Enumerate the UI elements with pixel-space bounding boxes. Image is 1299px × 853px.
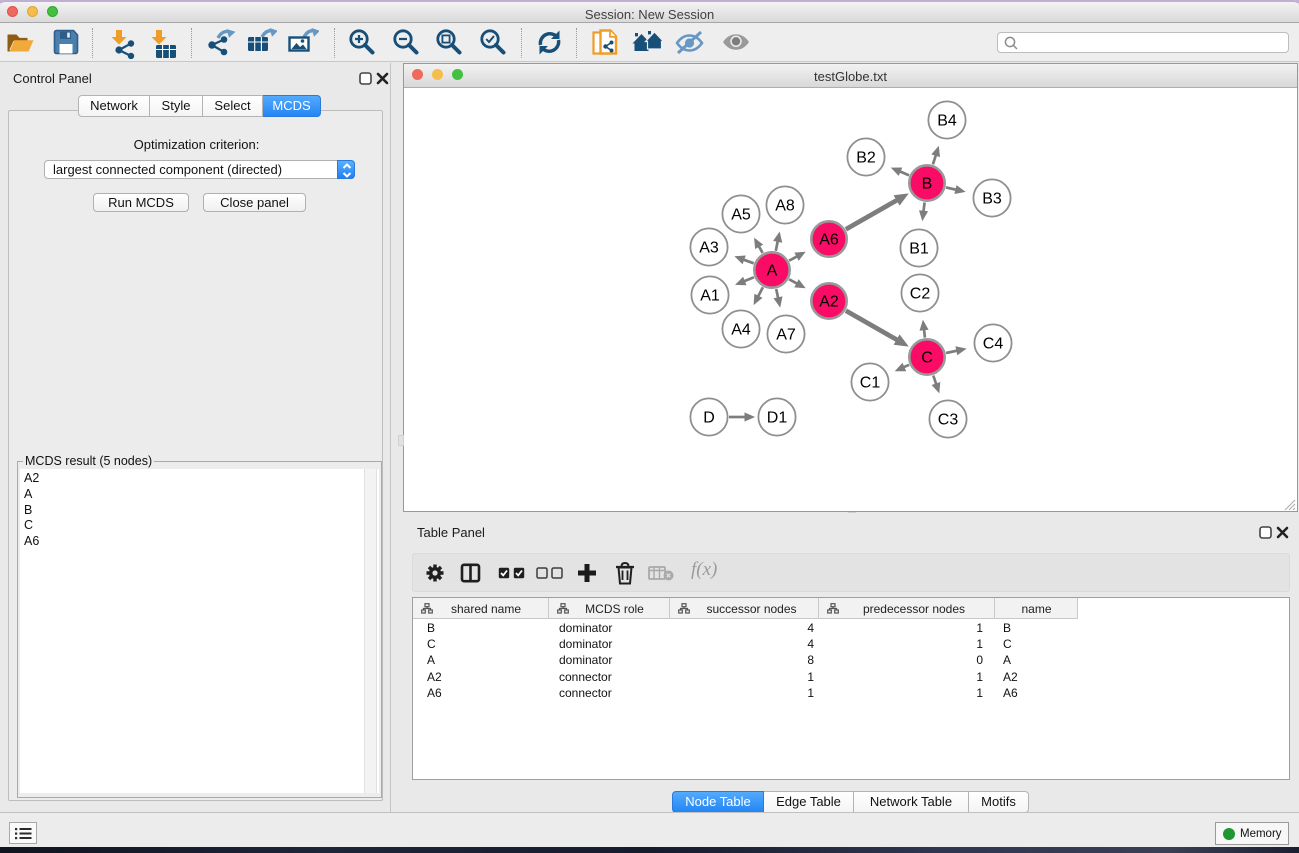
- svg-text:A6: A6: [819, 232, 839, 249]
- svg-text:A5: A5: [731, 207, 751, 224]
- svg-text:D1: D1: [767, 410, 788, 427]
- svg-text:A7: A7: [776, 327, 796, 344]
- svg-text:B4: B4: [937, 113, 957, 130]
- svg-text:C1: C1: [860, 375, 881, 392]
- svg-text:C2: C2: [910, 286, 931, 303]
- svg-text:B: B: [922, 176, 933, 193]
- svg-text:C: C: [921, 350, 933, 367]
- svg-text:A3: A3: [699, 240, 719, 257]
- svg-text:D: D: [703, 410, 715, 427]
- svg-text:A1: A1: [700, 288, 720, 305]
- svg-text:A: A: [767, 263, 778, 280]
- svg-text:B1: B1: [909, 241, 929, 258]
- svg-text:B2: B2: [856, 150, 876, 167]
- svg-text:A8: A8: [775, 198, 795, 215]
- svg-text:C4: C4: [983, 336, 1004, 353]
- svg-text:A2: A2: [819, 294, 839, 311]
- svg-text:C3: C3: [938, 412, 959, 429]
- svg-text:A4: A4: [731, 322, 751, 339]
- svg-text:B3: B3: [982, 191, 1002, 208]
